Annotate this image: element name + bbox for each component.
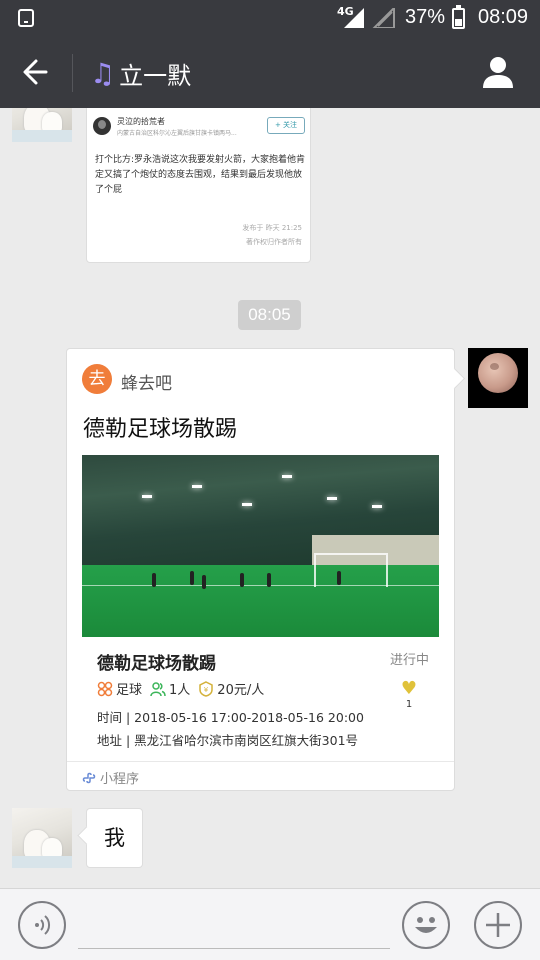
- contact-avatar[interactable]: [12, 108, 72, 142]
- price-icon: ¥: [199, 680, 214, 697]
- mini-program-title: 德勒足球场散踢: [83, 417, 238, 442]
- my-avatar[interactable]: [468, 348, 528, 408]
- football-field-photo: [82, 455, 439, 637]
- event-title: 德勒足球场散踢: [97, 654, 216, 674]
- battery-percent: 37%: [405, 6, 446, 28]
- event-address: 地址 | 黑龙江省哈尔滨市南岗区红旗大街301号: [97, 733, 359, 748]
- tag-sport-label: 足球: [116, 683, 143, 698]
- mini-program-name: 蜂去吧: [121, 374, 172, 394]
- article-copyright: 著作权归作者所有: [246, 238, 302, 246]
- mini-program-card[interactable]: 去 蜂去吧 德勒足球场散踢 德勒足球场散踢 进行中 足球 1人 ¥ 20元/人 …: [66, 348, 455, 791]
- sport-icon: [97, 681, 113, 696]
- message-timestamp: 08:05: [238, 300, 301, 330]
- people-icon: [150, 681, 166, 696]
- like-count: 1: [405, 699, 413, 710]
- tag-price-label: 20元/人: [217, 683, 265, 698]
- text-message-bubble[interactable]: 我: [86, 808, 143, 868]
- article-author-avatar: [93, 117, 111, 135]
- event-tags: 足球 1人 ¥ 20元/人: [97, 679, 272, 698]
- chat-title: ♫ 立一默: [90, 54, 191, 92]
- header-divider: [72, 54, 73, 92]
- article-date: 发布于 昨天 21:25: [242, 224, 302, 232]
- more-options-button[interactable]: [474, 901, 522, 949]
- mini-program-icon: [82, 772, 96, 783]
- tag-sport: 足球: [97, 679, 142, 698]
- mini-program-logo: 去: [82, 364, 112, 394]
- cell-signal-icon: [344, 8, 364, 28]
- clock: 08:09: [478, 6, 529, 28]
- emoji-button[interactable]: [402, 901, 450, 949]
- article-author-location: 内蒙古自治区科尔沁左翼后旗甘旗卡镇两马...: [117, 130, 237, 137]
- mini-program-footer-label: 小程序: [100, 772, 140, 787]
- article-author-name: 灵泣的拾荒者: [117, 117, 165, 126]
- battery-icon: [452, 5, 465, 29]
- tag-people: 1人: [150, 679, 190, 698]
- tag-people-label: 1人: [169, 683, 191, 698]
- download-notification-icon: [18, 9, 34, 27]
- mini-program-footer: 小程序: [82, 768, 139, 787]
- back-arrow-icon: [23, 59, 48, 85]
- status-bar: 4G 37% 08:09: [0, 0, 540, 36]
- emoji-icon: [415, 917, 437, 933]
- shared-article-card[interactable]: 灵泣的拾荒者 内蒙古自治区科尔沁左翼后旗甘旗卡镇两马... + 关注 打个比方:…: [86, 108, 311, 263]
- voice-icon: [35, 915, 51, 935]
- input-bar: [0, 888, 540, 960]
- plus-icon: [486, 913, 510, 937]
- chat-title-text: 立一默: [119, 61, 192, 90]
- svg-text:¥: ¥: [204, 686, 209, 694]
- chat-header: ♫ 立一默: [0, 36, 540, 108]
- voice-input-button[interactable]: [18, 901, 66, 949]
- message-input[interactable]: [78, 901, 390, 949]
- music-note-icon: ♫: [90, 56, 116, 90]
- follow-button[interactable]: + 关注: [267, 117, 305, 134]
- back-button[interactable]: [12, 50, 60, 94]
- cell-signal-empty-icon: [372, 8, 395, 28]
- event-status: 进行中: [390, 653, 430, 668]
- event-time: 时间 | 2018-05-16 17:00-2018-05-16 20:00: [97, 710, 364, 725]
- message-list[interactable]: 灵泣的拾荒者 内蒙古自治区科尔沁左翼后旗甘旗卡镇两马... + 关注 打个比方:…: [0, 108, 540, 888]
- contact-avatar[interactable]: [12, 808, 72, 868]
- contact-profile-button[interactable]: [474, 50, 522, 94]
- article-body: 打个比方:罗永浩说这次我要发射火箭，大家抱着他肯定又搞了个炮仗的态度去围观，结果…: [95, 155, 306, 195]
- heart-icon: ♥: [400, 678, 418, 699]
- card-divider: [67, 761, 454, 762]
- like-button[interactable]: ♥ 1: [399, 679, 419, 711]
- tag-price: ¥ 20元/人: [198, 679, 264, 698]
- person-icon: [483, 57, 513, 88]
